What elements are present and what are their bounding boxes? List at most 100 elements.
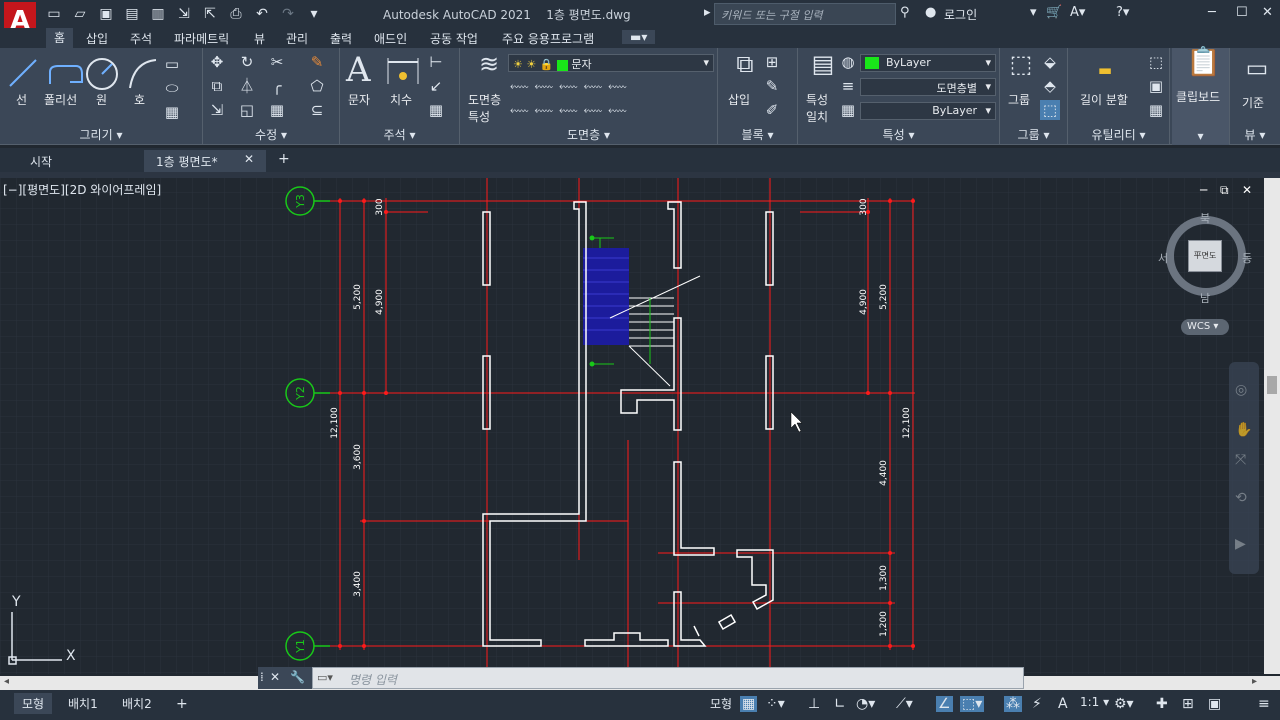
plot-icon[interactable]: ⎙ <box>226 4 246 24</box>
polar-icon[interactable]: ◔▾ <box>856 696 875 712</box>
layer-tools-row-2[interactable]: ⬳⬳⬳⬳⬳ <box>510 102 640 122</box>
tab-manage[interactable]: 관리 <box>286 30 308 47</box>
viewcube-south[interactable]: 남 <box>1200 290 1210 306</box>
clipboard-panel-title[interactable]: ▾ <box>1172 129 1229 143</box>
command-close-icon[interactable]: ✕ <box>270 670 280 684</box>
annotation-scale-value[interactable]: 1:1 ▾ <box>1072 693 1117 711</box>
customization-icon[interactable]: ≡ <box>1258 696 1270 712</box>
web-mobile-icon[interactable]: ▥ <box>148 4 168 24</box>
arc-tool[interactable]: 호 <box>134 91 145 108</box>
layer-properties-icon[interactable]: ≋ <box>474 52 504 76</box>
new-file-icon[interactable]: ▭ <box>44 4 64 24</box>
infer-constraints-icon[interactable]: ⊥ <box>808 696 820 712</box>
undo-icon[interactable]: ↶ <box>252 4 272 24</box>
tab-parametric[interactable]: 파라메트릭 <box>174 30 229 47</box>
save-as-icon[interactable]: ▤ <box>122 4 142 24</box>
wcs-menu[interactable]: WCS ▾ <box>1181 319 1229 335</box>
export-icon[interactable]: ⇱ <box>200 4 220 24</box>
quick-select-icon[interactable]: ⬚ <box>1146 52 1166 72</box>
viewport-close-icon[interactable]: ✕ <box>1242 183 1252 197</box>
redo-icon[interactable]: ↷ <box>278 4 298 24</box>
layers-panel-title[interactable]: 도면층 ▾ <box>460 126 717 143</box>
steering-wheel-icon[interactable]: ◎ <box>1235 382 1247 398</box>
clipboard-icon[interactable]: 📋 <box>1186 48 1221 76</box>
annotation-monitor-icon[interactable]: ✚ <box>1156 696 1168 712</box>
explode-icon[interactable]: ⬠ <box>307 76 327 96</box>
model-space-button[interactable]: 모형 <box>702 693 740 714</box>
command-customize-icon[interactable]: 🔧 <box>290 670 305 684</box>
cart-icon[interactable]: 🛒 <box>1046 5 1062 20</box>
tab-home[interactable]: 홈 <box>46 28 74 48</box>
utilities-panel-title[interactable]: 유틸리티 ▾ <box>1068 126 1169 143</box>
tab-output[interactable]: 출력 <box>330 30 352 47</box>
isometric-icon[interactable]: ⟋▾ <box>896 696 913 712</box>
command-input[interactable]: 명령 입력 <box>349 671 397 688</box>
scroll-right-icon[interactable]: ▸ <box>1252 676 1257 687</box>
scale-icon[interactable]: ◱ <box>237 100 257 120</box>
scroll-left-icon[interactable]: ◂ <box>4 676 9 687</box>
dimension-tool[interactable]: 치수 <box>390 91 412 108</box>
grid-toggle-icon[interactable]: ▦ <box>740 696 758 712</box>
circle-tool[interactable]: 원 <box>96 91 107 108</box>
array-icon[interactable]: ▦ <box>267 100 287 120</box>
match-properties-icon[interactable]: ▤ <box>808 52 838 76</box>
isolate-objects-icon[interactable]: ▣ <box>1208 696 1221 712</box>
trim-icon[interactable]: ✂ <box>267 52 287 72</box>
units-icon[interactable]: ⊞ <box>1182 696 1194 712</box>
modify-panel-title[interactable]: 수정 ▾ <box>203 126 339 143</box>
calculator-icon[interactable]: ▦ <box>1146 100 1166 120</box>
vertical-scroll-thumb[interactable] <box>1267 376 1277 394</box>
hatch-icon[interactable]: ▦ <box>162 102 182 122</box>
table-icon[interactable]: ▦ <box>426 100 446 120</box>
import-icon[interactable]: ⇲ <box>174 4 194 24</box>
annotation-panel-title[interactable]: 주석 ▾ <box>340 126 459 143</box>
auto-scale-icon[interactable]: ⚡ <box>1032 696 1042 712</box>
group-select-icon[interactable]: ⬚ <box>1040 100 1060 120</box>
add-layout-icon[interactable]: + <box>176 696 188 712</box>
snap-icon[interactable]: ⁘▾ <box>766 696 785 712</box>
insert-block-icon[interactable]: ⧉ <box>730 52 760 76</box>
close-icon[interactable]: ✕ <box>1262 5 1273 20</box>
block-panel-title[interactable]: 블록 ▾ <box>718 126 797 143</box>
lineweight-dropdown[interactable]: ByLayer ▾ <box>860 102 996 120</box>
layout-tab-model[interactable]: 모형 <box>14 693 53 714</box>
current-layer-dropdown[interactable]: ☀ ☀ 🔒 문자 ▾ <box>508 54 714 72</box>
save-icon[interactable]: ▣ <box>96 4 116 24</box>
tab-featured-apps[interactable]: 주요 응용프로그램 <box>502 30 594 47</box>
layer-properties-tool[interactable]: 도면층 특성 <box>468 91 501 125</box>
offset-icon[interactable]: ⊆ <box>307 100 327 120</box>
autodesk-a360-icon[interactable]: A▾ <box>1070 5 1085 20</box>
text-icon[interactable]: A <box>346 50 371 90</box>
command-line-handle[interactable]: ⁞ ✕ 🔧 <box>258 667 312 689</box>
color-wheel-icon[interactable]: ◍ <box>838 52 858 72</box>
tab-annotate[interactable]: 주석 <box>130 30 152 47</box>
command-prompt-icon[interactable]: ▭▾ <box>317 671 333 684</box>
group-icon[interactable]: ⬚ <box>1006 52 1036 76</box>
base-view-tool[interactable]: 기준 <box>1242 94 1264 111</box>
zoom-extents-icon[interactable]: ⤧ <box>1235 452 1246 468</box>
showmotion-icon[interactable]: ▶ <box>1235 536 1246 552</box>
group-tool[interactable]: 그룹 <box>1008 91 1030 108</box>
object-snap-icon[interactable]: ⬚▾ <box>960 696 985 712</box>
erase-icon[interactable]: ✎ <box>307 52 327 72</box>
search-input[interactable]: 키워드 또는 구절 입력 <box>714 3 896 25</box>
polyline-tool[interactable]: 폴리선 <box>44 91 77 108</box>
vertical-scrollbar[interactable] <box>1264 178 1280 674</box>
ungroup-icon[interactable]: ⬙ <box>1040 52 1060 72</box>
viewcube-north[interactable]: 북 <box>1200 210 1210 226</box>
view-panel-title[interactable]: 뷰 ▾ <box>1230 126 1280 143</box>
insert-tool[interactable]: 삽입 <box>728 91 750 108</box>
copy-icon[interactable]: ⧉ <box>207 76 227 96</box>
drawing-viewport[interactable]: Y3 Y2 Y1 300 5,200 4,900 12,100 3,600 3,… <box>0 178 1264 674</box>
customize-qat-icon[interactable]: ▾ <box>304 4 324 24</box>
properties-panel-title[interactable]: 특성 ▾ <box>798 126 999 143</box>
login-dropdown-icon[interactable]: ▾ <box>1030 5 1037 20</box>
edit-block-icon[interactable]: ✎ <box>762 76 782 96</box>
match-properties-tool[interactable]: 특성 일치 <box>806 91 828 125</box>
base-view-icon[interactable]: ▭ <box>1242 56 1272 80</box>
viewcube-east[interactable]: 동 <box>1242 250 1252 266</box>
workspace-gear-icon[interactable]: ⚙▾ <box>1114 696 1134 712</box>
line-tool[interactable]: 선 <box>16 91 27 108</box>
groups-panel-title[interactable]: 그룹 ▾ <box>1000 126 1067 143</box>
layout-tab-1[interactable]: 배치1 <box>60 693 106 714</box>
